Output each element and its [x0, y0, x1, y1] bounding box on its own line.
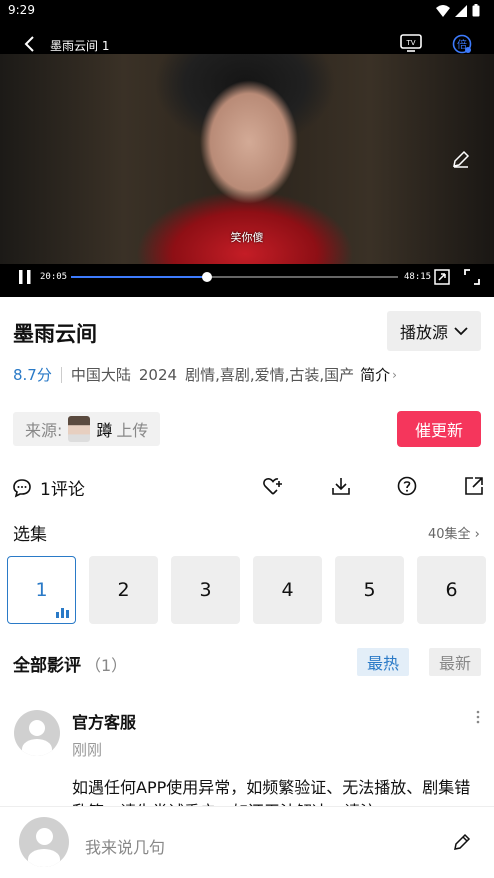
all-episodes-link[interactable]: 40集全 › — [428, 523, 480, 542]
uploader-name: 蹲 — [96, 421, 113, 440]
avatar-body — [28, 849, 60, 867]
episode-number: 2 — [117, 579, 130, 601]
drama-title: 墨雨云间 — [13, 322, 97, 346]
uploader-label: 来源: — [25, 421, 63, 440]
picture-in-picture-icon[interactable] — [434, 269, 450, 285]
intro-link[interactable]: 简介 — [360, 364, 390, 385]
chevron-down-icon — [454, 327, 468, 336]
episode-item[interactable]: 3 — [171, 556, 240, 624]
comment-input-bar: 我来说几句 — [0, 806, 494, 878]
episode-item[interactable]: 5 — [335, 556, 404, 624]
avatar-body — [22, 739, 52, 756]
reviews-title: 全部影评 — [13, 656, 81, 676]
download-icon[interactable] — [330, 475, 352, 497]
region: 中国大陆 — [70, 366, 131, 384]
pen-icon[interactable] — [452, 832, 472, 852]
avatar-head — [29, 720, 45, 736]
heart-plus-icon[interactable] — [262, 475, 284, 497]
progress-bar[interactable] — [71, 272, 398, 282]
tab-hottest[interactable]: 最热 — [357, 648, 409, 676]
reviews-count: （1） — [85, 656, 128, 675]
source-button-label: 播放源 — [399, 323, 448, 342]
signal-icon — [455, 4, 467, 17]
wifi-icon — [436, 4, 450, 17]
tv-cast-icon[interactable]: TV — [400, 34, 422, 52]
episode-item[interactable]: 6 — [417, 556, 486, 624]
status-icons — [436, 4, 480, 17]
episode-number: 4 — [281, 579, 294, 601]
episode-item[interactable]: 1 — [7, 556, 76, 624]
player-top-bar: 墨雨云间 1 TV 倍 — [0, 22, 494, 66]
fullscreen-icon[interactable] — [464, 269, 480, 285]
drama-meta: 8.7分 中国大陆 2024 剧情,喜剧,爱情,古装,国产 简介 › — [13, 364, 397, 385]
all-episodes-label: 40集全 — [428, 527, 471, 542]
comment-count: 1评论 — [40, 480, 85, 500]
uploader-avatar — [68, 416, 91, 442]
score: 8.7分 — [13, 366, 52, 384]
tab-newest[interactable]: 最新 — [429, 648, 481, 676]
episode-item[interactable]: 2 — [89, 556, 158, 624]
back-arrow-icon[interactable] — [18, 32, 42, 56]
comment-author: 官方客服 — [72, 713, 137, 732]
episode-number: 5 — [363, 579, 376, 601]
progress-fill — [71, 276, 208, 278]
episode-number: 3 — [199, 579, 212, 601]
progress-thumb[interactable] — [202, 272, 213, 282]
episode-number: 6 — [445, 579, 458, 601]
status-bar: 9:29 — [0, 0, 494, 22]
status-time: 9:29 — [8, 3, 35, 17]
episodes-heading: 选集 — [13, 525, 47, 545]
more-options-icon[interactable] — [474, 709, 482, 727]
uploader-chip[interactable]: 来源: 蹲 上传 — [13, 412, 161, 446]
reviews-heading: 全部影评 （1） — [13, 651, 127, 676]
comment-avatar[interactable] — [14, 710, 60, 756]
my-avatar — [19, 817, 69, 867]
battery-icon — [472, 4, 480, 17]
episode-item[interactable]: 4 — [253, 556, 322, 624]
playing-indicator-icon — [56, 608, 69, 618]
comments-button[interactable]: 1评论 — [12, 475, 85, 500]
year: 2024 — [138, 365, 178, 384]
speed-icon[interactable]: 倍 — [452, 34, 472, 54]
source-select-button[interactable]: 播放源 — [387, 311, 481, 351]
episode-number: 1 — [35, 579, 48, 601]
episode-list: 1 2 3 4 5 6 — [7, 556, 486, 624]
help-icon[interactable] — [396, 475, 418, 497]
video-title: 墨雨云间 1 — [50, 39, 110, 53]
edit-pencil-icon[interactable] — [451, 149, 471, 169]
player-controls: 20:05 48:15 — [0, 262, 494, 297]
share-icon[interactable] — [463, 475, 485, 497]
video-player[interactable]: 墨雨云间 1 TV 倍 笑你傻 20:05 48:15 — [0, 22, 494, 297]
comment-bubble-icon — [13, 478, 31, 497]
genres: 剧情,喜剧,爱情,古装,国产 — [185, 366, 355, 384]
comment-time: 刚刚 — [72, 741, 103, 759]
divider — [60, 366, 62, 383]
uploader-suffix: 上传 — [116, 421, 149, 440]
pause-icon[interactable] — [16, 268, 34, 286]
svg-text:TV: TV — [405, 39, 415, 47]
total-time: 48:15 — [404, 272, 432, 282]
avatar-head — [36, 828, 53, 845]
video-subtitle: 笑你傻 — [230, 231, 264, 244]
urge-update-button[interactable]: 催更新 — [397, 411, 481, 447]
chevron-right-icon: › — [392, 367, 397, 382]
comment-input[interactable]: 我来说几句 — [85, 834, 165, 858]
action-row: 1评论 — [0, 470, 494, 502]
current-time: 20:05 — [40, 272, 68, 282]
